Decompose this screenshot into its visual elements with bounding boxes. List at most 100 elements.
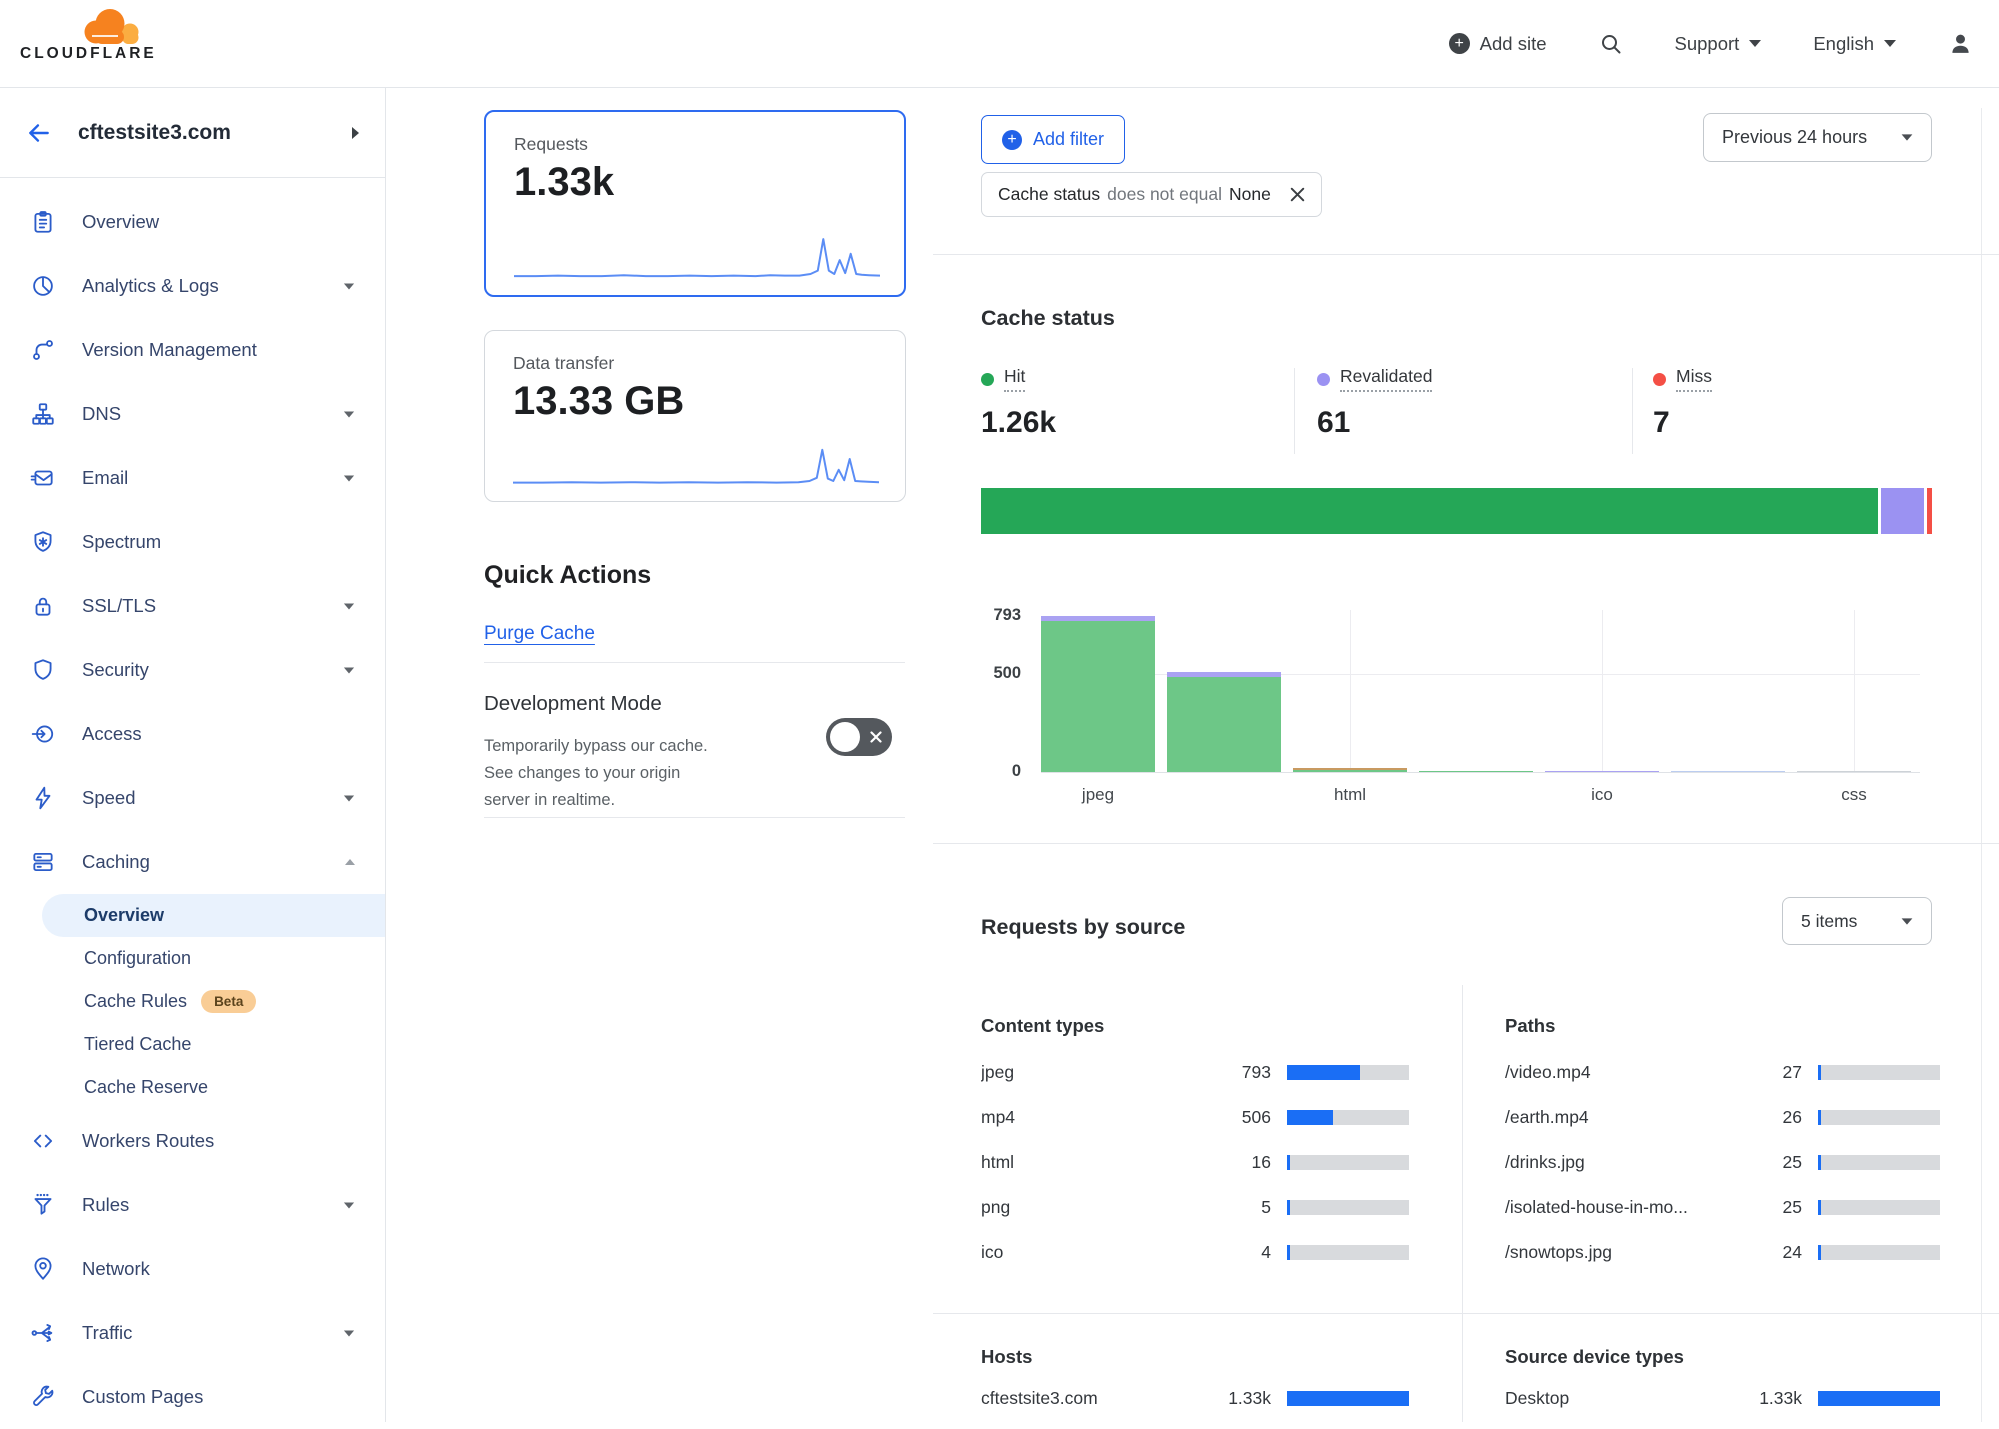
stat-miss-legend[interactable]: Miss xyxy=(1653,366,1953,392)
requests-metric-card[interactable]: Requests 1.33k xyxy=(484,110,906,297)
sidebar-item-ssl-tls[interactable]: SSL/TLS xyxy=(0,574,385,638)
spectrum-icon xyxy=(30,529,56,555)
row-bar-track xyxy=(1818,1200,1940,1215)
sidebar-item-security[interactable]: Security xyxy=(0,638,385,702)
miss-dot-icon xyxy=(1653,373,1666,386)
language-menu[interactable]: English xyxy=(1813,33,1896,55)
list-item: /snowtops.jpg24 xyxy=(1505,1230,1940,1275)
toggle-knob xyxy=(830,722,860,752)
back-arrow-icon[interactable] xyxy=(26,120,52,146)
sidebar-subitem-overview[interactable]: Overview xyxy=(42,894,385,937)
row-bar-track xyxy=(1818,1245,1940,1260)
y-tick-label: 793 xyxy=(933,606,1021,625)
add-filter-button[interactable]: + Add filter xyxy=(981,115,1125,164)
stat-label: Hit xyxy=(1004,366,1025,392)
cloudflare-wordmark: CLOUDFLARE xyxy=(20,45,210,63)
panel-edge xyxy=(1981,108,1982,1422)
row-bar-fill xyxy=(1287,1245,1290,1260)
stat-revalidated: Revalidated61 xyxy=(1317,366,1617,440)
remove-filter-button[interactable] xyxy=(1290,187,1305,202)
sidebar-item-email[interactable]: Email xyxy=(0,446,385,510)
row-bar-fill xyxy=(1818,1245,1821,1260)
bar-segment xyxy=(1545,771,1659,773)
site-name: cftestsite3.com xyxy=(78,121,231,145)
chevron-down-icon xyxy=(1749,40,1761,47)
sidebar-item-label: Workers Routes xyxy=(82,1130,214,1152)
row-bar-track xyxy=(1818,1155,1940,1170)
support-label: Support xyxy=(1675,33,1740,55)
sidebar-subitem-tiered-cache[interactable]: Tiered Cache xyxy=(0,1023,385,1066)
cloudflare-logo[interactable]: CLOUDFLARE xyxy=(20,5,210,63)
sidebar-item-dns[interactable]: DNS xyxy=(0,382,385,446)
row-value: 506 xyxy=(1171,1107,1271,1128)
y-tick-label: 500 xyxy=(933,664,1021,683)
purge-cache-link[interactable]: Purge Cache xyxy=(484,623,595,645)
sidebar-item-workers-routes[interactable]: Workers Routes xyxy=(0,1109,385,1173)
row-label: /drinks.jpg xyxy=(1505,1152,1730,1173)
sidebar-item-version-management[interactable]: Version Management xyxy=(0,318,385,382)
sidebar-subitem-configuration[interactable]: Configuration xyxy=(0,937,385,980)
cache-status-distribution-bar xyxy=(981,488,1932,534)
stat-revalidated-legend[interactable]: Revalidated xyxy=(1317,366,1617,392)
account-menu[interactable] xyxy=(1948,31,1973,56)
list-item: Desktop1.33k xyxy=(1505,1376,1940,1421)
row-bar-fill xyxy=(1287,1110,1333,1125)
cache-status-title: Cache status xyxy=(981,306,1115,331)
requests-by-source-title: Requests by source xyxy=(981,915,1185,940)
stat-hit: Hit1.26k xyxy=(981,366,1281,440)
source-device-types-heading: Source device types xyxy=(1505,1346,1684,1368)
sidebar-item-custom-pages[interactable]: Custom Pages xyxy=(0,1365,385,1429)
language-label: English xyxy=(1813,33,1874,55)
sidebar-item-rules[interactable]: Rules xyxy=(0,1173,385,1237)
x-tick-label: css xyxy=(1797,785,1911,805)
chevron-down-icon xyxy=(344,795,354,801)
search-icon xyxy=(1599,32,1623,56)
row-value: 1.33k xyxy=(1730,1388,1802,1409)
row-bar-fill xyxy=(1818,1065,1821,1080)
support-menu[interactable]: Support xyxy=(1675,33,1762,55)
sidebar-subitem-label: Cache Rules xyxy=(84,991,187,1012)
sidebar-item-caching[interactable]: Caching xyxy=(0,830,385,894)
row-value: 25 xyxy=(1730,1152,1802,1173)
row-label: mp4 xyxy=(981,1107,1171,1128)
add-site-button[interactable]: + Add site xyxy=(1449,33,1547,55)
list-item: /earth.mp426 xyxy=(1505,1095,1940,1140)
sidebar-item-overview[interactable]: Overview xyxy=(0,190,385,254)
sidebar-subitem-cache-rules[interactable]: Cache RulesBeta xyxy=(0,980,385,1023)
sidebar-item-access[interactable]: Access xyxy=(0,702,385,766)
stat-hit-legend[interactable]: Hit xyxy=(981,366,1281,392)
site-selector[interactable]: cftestsite3.com xyxy=(0,88,385,178)
list-item: /video.mp427 xyxy=(1505,1050,1940,1095)
sidebar-subitem-cache-reserve[interactable]: Cache Reserve xyxy=(0,1066,385,1109)
row-value: 16 xyxy=(1171,1152,1271,1173)
row-value: 5 xyxy=(1171,1197,1271,1218)
access-icon xyxy=(30,721,56,747)
speed-icon xyxy=(30,785,56,811)
development-mode-toggle[interactable] xyxy=(826,718,892,756)
gridline xyxy=(1350,610,1351,772)
header-actions: + Add site Support English xyxy=(1449,0,1973,87)
chevron-down-icon xyxy=(1902,134,1913,140)
sidebar-item-analytics-logs[interactable]: Analytics & Logs xyxy=(0,254,385,318)
items-count-select[interactable]: 5 items xyxy=(1782,897,1932,945)
chart-bar-ico xyxy=(1545,771,1659,773)
time-range-select[interactable]: Previous 24 hours xyxy=(1703,113,1932,162)
search-button[interactable] xyxy=(1599,32,1623,56)
paths-heading: Paths xyxy=(1505,1015,1555,1037)
divider xyxy=(484,662,905,663)
sidebar-subitem-label: Configuration xyxy=(84,948,191,969)
chevron-right-icon[interactable] xyxy=(352,127,359,139)
sidebar-item-spectrum[interactable]: Spectrum xyxy=(0,510,385,574)
chevron-down-icon xyxy=(1902,918,1913,924)
sidebar-item-label: Email xyxy=(82,467,128,489)
sidebar-item-traffic[interactable]: Traffic xyxy=(0,1301,385,1365)
sidebar-item-speed[interactable]: Speed xyxy=(0,766,385,830)
time-range-value: Previous 24 hours xyxy=(1722,127,1867,148)
row-bar-fill xyxy=(1818,1155,1821,1170)
sidebar-item-network[interactable]: Network xyxy=(0,1237,385,1301)
row-value: 24 xyxy=(1730,1242,1802,1263)
data-transfer-metric-card[interactable]: Data transfer 13.33 GB xyxy=(484,330,906,502)
close-icon xyxy=(1290,187,1305,202)
sidebar-subitem-label: Overview xyxy=(84,905,164,926)
revalidated-dot-icon xyxy=(1317,373,1330,386)
